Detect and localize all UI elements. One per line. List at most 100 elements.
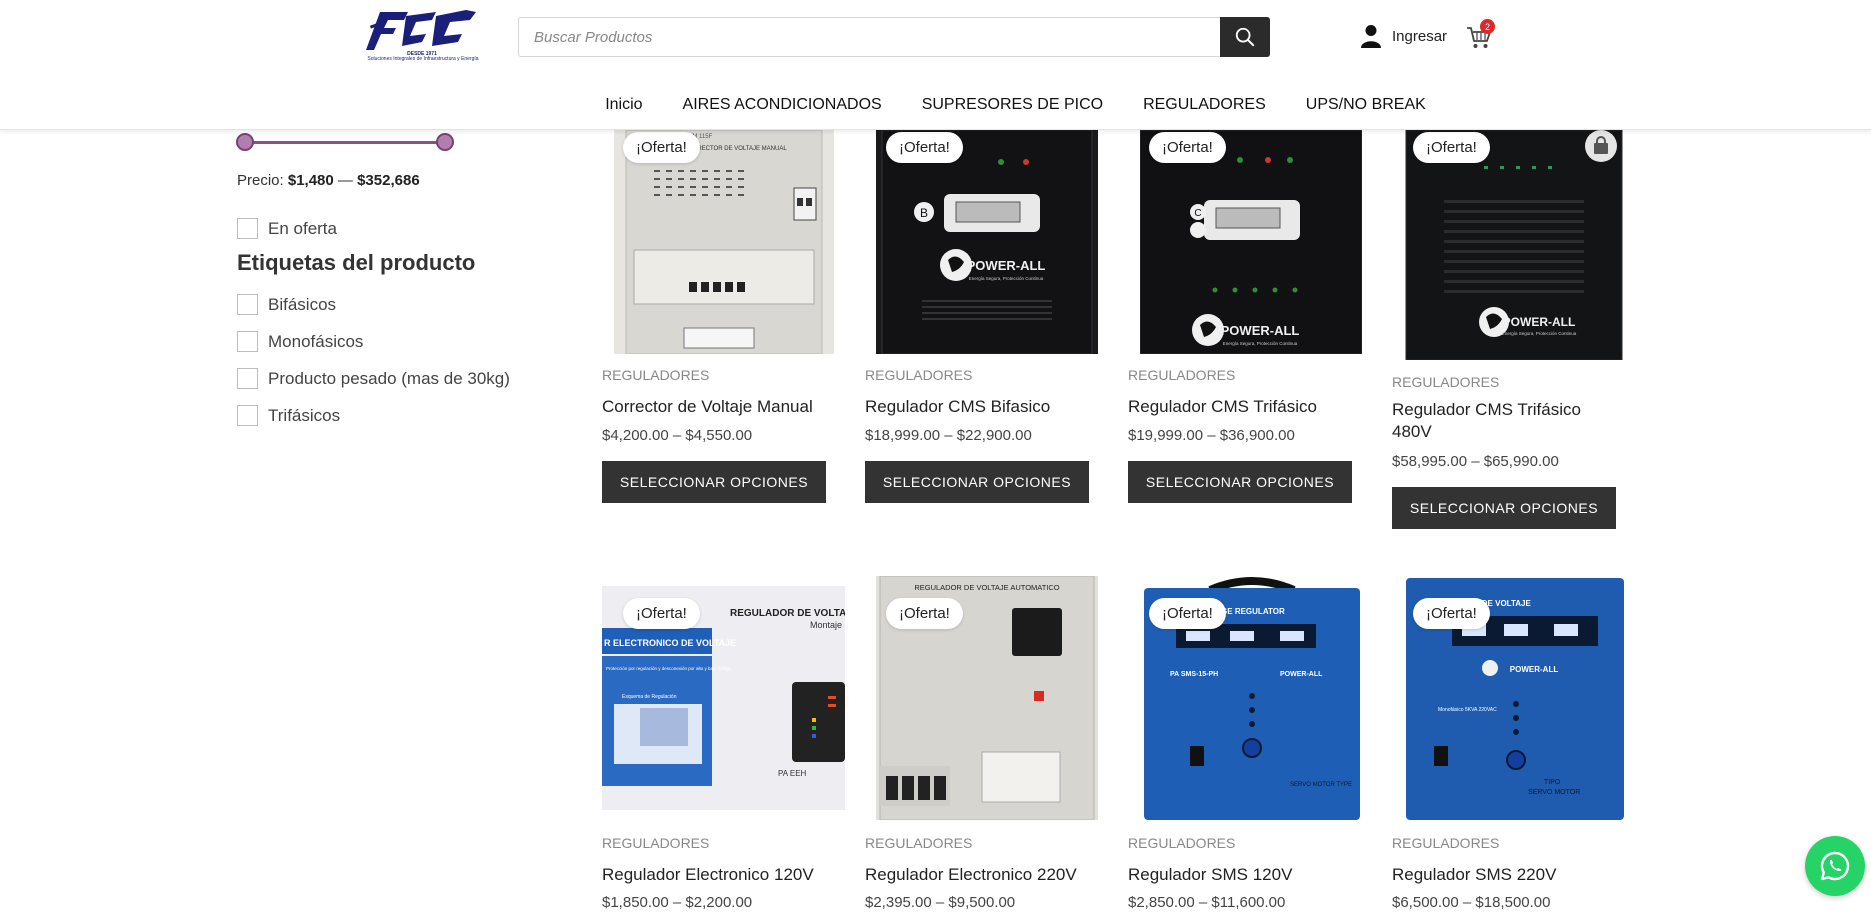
price-slider-min-handle[interactable] <box>236 133 254 151</box>
image-model: PA EEH <box>778 769 807 778</box>
product-category[interactable]: REGULADORES <box>865 367 972 383</box>
main-nav: Inicio AIRES ACONDICIONADOS SUPRESORES D… <box>0 96 1871 114</box>
tag-filter-trifasicos[interactable]: Trifásicos <box>237 405 340 426</box>
price-separator: — <box>337 172 353 189</box>
sale-badge: ¡Oferta! <box>1149 132 1226 163</box>
whatsapp-button[interactable] <box>1805 836 1865 896</box>
tag-filter-bifasicos[interactable]: Bifásicos <box>237 294 336 315</box>
product-price: $4,200.00 – $4,550.00 <box>602 427 753 444</box>
price-min: $1,480 <box>287 172 334 189</box>
tag-label: Bifásicos <box>268 294 337 314</box>
quick-view-icon[interactable] <box>1585 130 1617 162</box>
product-price: $58,995.00 – $65,990.00 <box>1392 453 1559 470</box>
image-type: SERVO MOTOR TYPE <box>1290 782 1352 788</box>
search-input[interactable] <box>519 18 1219 56</box>
tags-title: Etiquetas del producto <box>237 250 476 275</box>
product-title[interactable]: Corrector de Voltaje Manual <box>602 396 832 418</box>
sale-badge: ¡Oferta! <box>886 598 963 629</box>
image-brand: POWER-ALL <box>1510 665 1559 674</box>
login-link[interactable]: Ingresar <box>1360 24 1447 48</box>
image-letter: C <box>1194 208 1201 219</box>
sale-badge: ¡Oferta! <box>623 132 700 163</box>
image-brand: POWER-ALL <box>967 258 1046 273</box>
nav-inicio[interactable]: Inicio <box>605 96 642 114</box>
sale-badge: ¡Oferta! <box>1413 132 1490 163</box>
search-button[interactable] <box>1220 17 1270 57</box>
nav-reguladores[interactable]: REGULADORES <box>1143 96 1266 114</box>
product-price: $19,999.00 – $36,900.00 <box>1128 427 1295 444</box>
whatsapp-icon <box>1820 851 1850 881</box>
on-sale-label: En oferta <box>268 218 337 238</box>
nav-supresores-de-pico[interactable]: SUPRESORES DE PICO <box>922 96 1103 114</box>
nav-ups-no-break[interactable]: UPS/NO BREAK <box>1306 96 1426 114</box>
image-model: PA SMS-15-PH <box>1170 671 1218 678</box>
product-image-cms-bifasico[interactable]: B POWER-ALL Energía Segura, Protección C… <box>876 130 1098 354</box>
tag-checkbox[interactable] <box>237 294 258 315</box>
product-category[interactable]: REGULADORES <box>1392 835 1499 851</box>
image-brand: POWER-ALL <box>1503 315 1576 329</box>
image-brand-sub: Energía Segura, Protección Continua <box>1502 331 1577 336</box>
sale-badge: ¡Oferta! <box>1413 598 1490 629</box>
price-max: $352,686 <box>357 172 420 189</box>
select-options-button[interactable]: SELECCIONAR OPCIONES <box>602 461 826 503</box>
product-category[interactable]: REGULADORES <box>602 367 709 383</box>
product-title[interactable]: Regulador CMS Trifásico 480V <box>1392 399 1592 443</box>
tag-label: Trifásicos <box>268 405 341 425</box>
image-note: Protección por regulación y desconexión … <box>606 666 731 671</box>
product-title[interactable]: Regulador Electronico 220V <box>865 864 1095 886</box>
sale-badge: ¡Oferta! <box>886 132 963 163</box>
image-spec: Monofásico 5KVA 220VAC <box>1438 707 1497 713</box>
product-category[interactable]: REGULADORES <box>1128 367 1235 383</box>
tag-checkbox[interactable] <box>237 405 258 426</box>
product-image-corrector-manual[interactable]: CVM 115F CORRECTOR DE VOLTAJE MANUAL <box>614 130 834 354</box>
product-category[interactable]: REGULADORES <box>602 835 709 851</box>
tag-label: Producto pesado (mas de 30kg) <box>268 368 510 388</box>
product-category[interactable]: REGULADORES <box>865 835 972 851</box>
image-subtitle: Montaje <box>810 620 842 630</box>
select-options-button[interactable]: SELECCIONAR OPCIONES <box>1128 461 1352 503</box>
select-options-button[interactable]: SELECCIONAR OPCIONES <box>1392 487 1616 529</box>
user-icon <box>1361 25 1381 48</box>
product-image-cms-trifasico-480v[interactable]: POWER-ALL Energía Segura, Protección Con… <box>1404 130 1624 360</box>
login-label: Ingresar <box>1392 27 1448 45</box>
product-title[interactable]: Regulador CMS Trifásico <box>1128 396 1358 418</box>
image-brand-sub: Energía Segura, Protección Continua <box>969 276 1044 281</box>
on-sale-checkbox[interactable] <box>237 218 258 239</box>
product-category[interactable]: REGULADORES <box>1392 374 1499 390</box>
product-image-cms-trifasico[interactable]: C POWER-ALL Energía Segura, Protección C… <box>1140 130 1362 354</box>
select-options-button[interactable]: SELECCIONAR OPCIONES <box>865 461 1089 503</box>
filter-on-sale[interactable]: En oferta <box>237 218 337 239</box>
search-bar <box>518 17 1270 57</box>
tag-checkbox[interactable] <box>237 368 258 389</box>
logo-tagline: Soluciones Integrales de Infraestructura… <box>367 56 479 62</box>
product-title[interactable]: Regulador CMS Bifasico <box>865 396 1095 418</box>
sale-badge: ¡Oferta! <box>623 598 700 629</box>
tag-filter-producto-pesado[interactable]: Producto pesado (mas de 30kg) <box>237 368 510 389</box>
product-category[interactable]: REGULADORES <box>1128 835 1235 851</box>
price-range-text: Precio: $1,480 — $352,686 <box>237 172 420 189</box>
product-price: $2,395.00 – $9,500.00 <box>865 894 1016 911</box>
product-price: $2,850.00 – $11,600.00 <box>1128 894 1286 911</box>
image-left-title: R ELECTRONICO DE VOLTAJE <box>604 638 736 648</box>
tag-filter-monofasicos[interactable]: Monofásicos <box>237 331 363 352</box>
price-prefix: Precio: <box>237 172 284 189</box>
image-title: REGULADOR DE VOLTAJE AUTOMATICO <box>914 583 1059 592</box>
price-slider-max-handle[interactable] <box>436 133 454 151</box>
image-brand: POWER-ALL <box>1280 671 1323 678</box>
image-type-2: SERVO MOTOR <box>1528 789 1580 796</box>
tag-checkbox[interactable] <box>237 331 258 352</box>
image-type-1: TIPO <box>1544 779 1561 786</box>
product-price: $18,999.00 – $22,900.00 <box>865 427 1032 444</box>
product-title[interactable]: Regulador Electronico 120V <box>602 864 832 886</box>
cart-count-badge: 2 <box>1480 19 1495 34</box>
nav-aires-acondicionados[interactable]: AIRES ACONDICIONADOS <box>683 96 882 114</box>
image-brand: POWER-ALL <box>1221 323 1300 338</box>
image-letter: B <box>920 206 928 220</box>
sale-badge: ¡Oferta! <box>1149 598 1226 629</box>
price-slider-track[interactable] <box>245 141 445 144</box>
image-scheme: Esquema de Regulación <box>622 694 677 700</box>
product-title[interactable]: Regulador SMS 220V <box>1392 864 1622 886</box>
search-icon <box>1235 27 1255 47</box>
product-title[interactable]: Regulador SMS 120V <box>1128 864 1358 886</box>
product-price: $6,500.00 – $18,500.00 <box>1392 894 1551 911</box>
